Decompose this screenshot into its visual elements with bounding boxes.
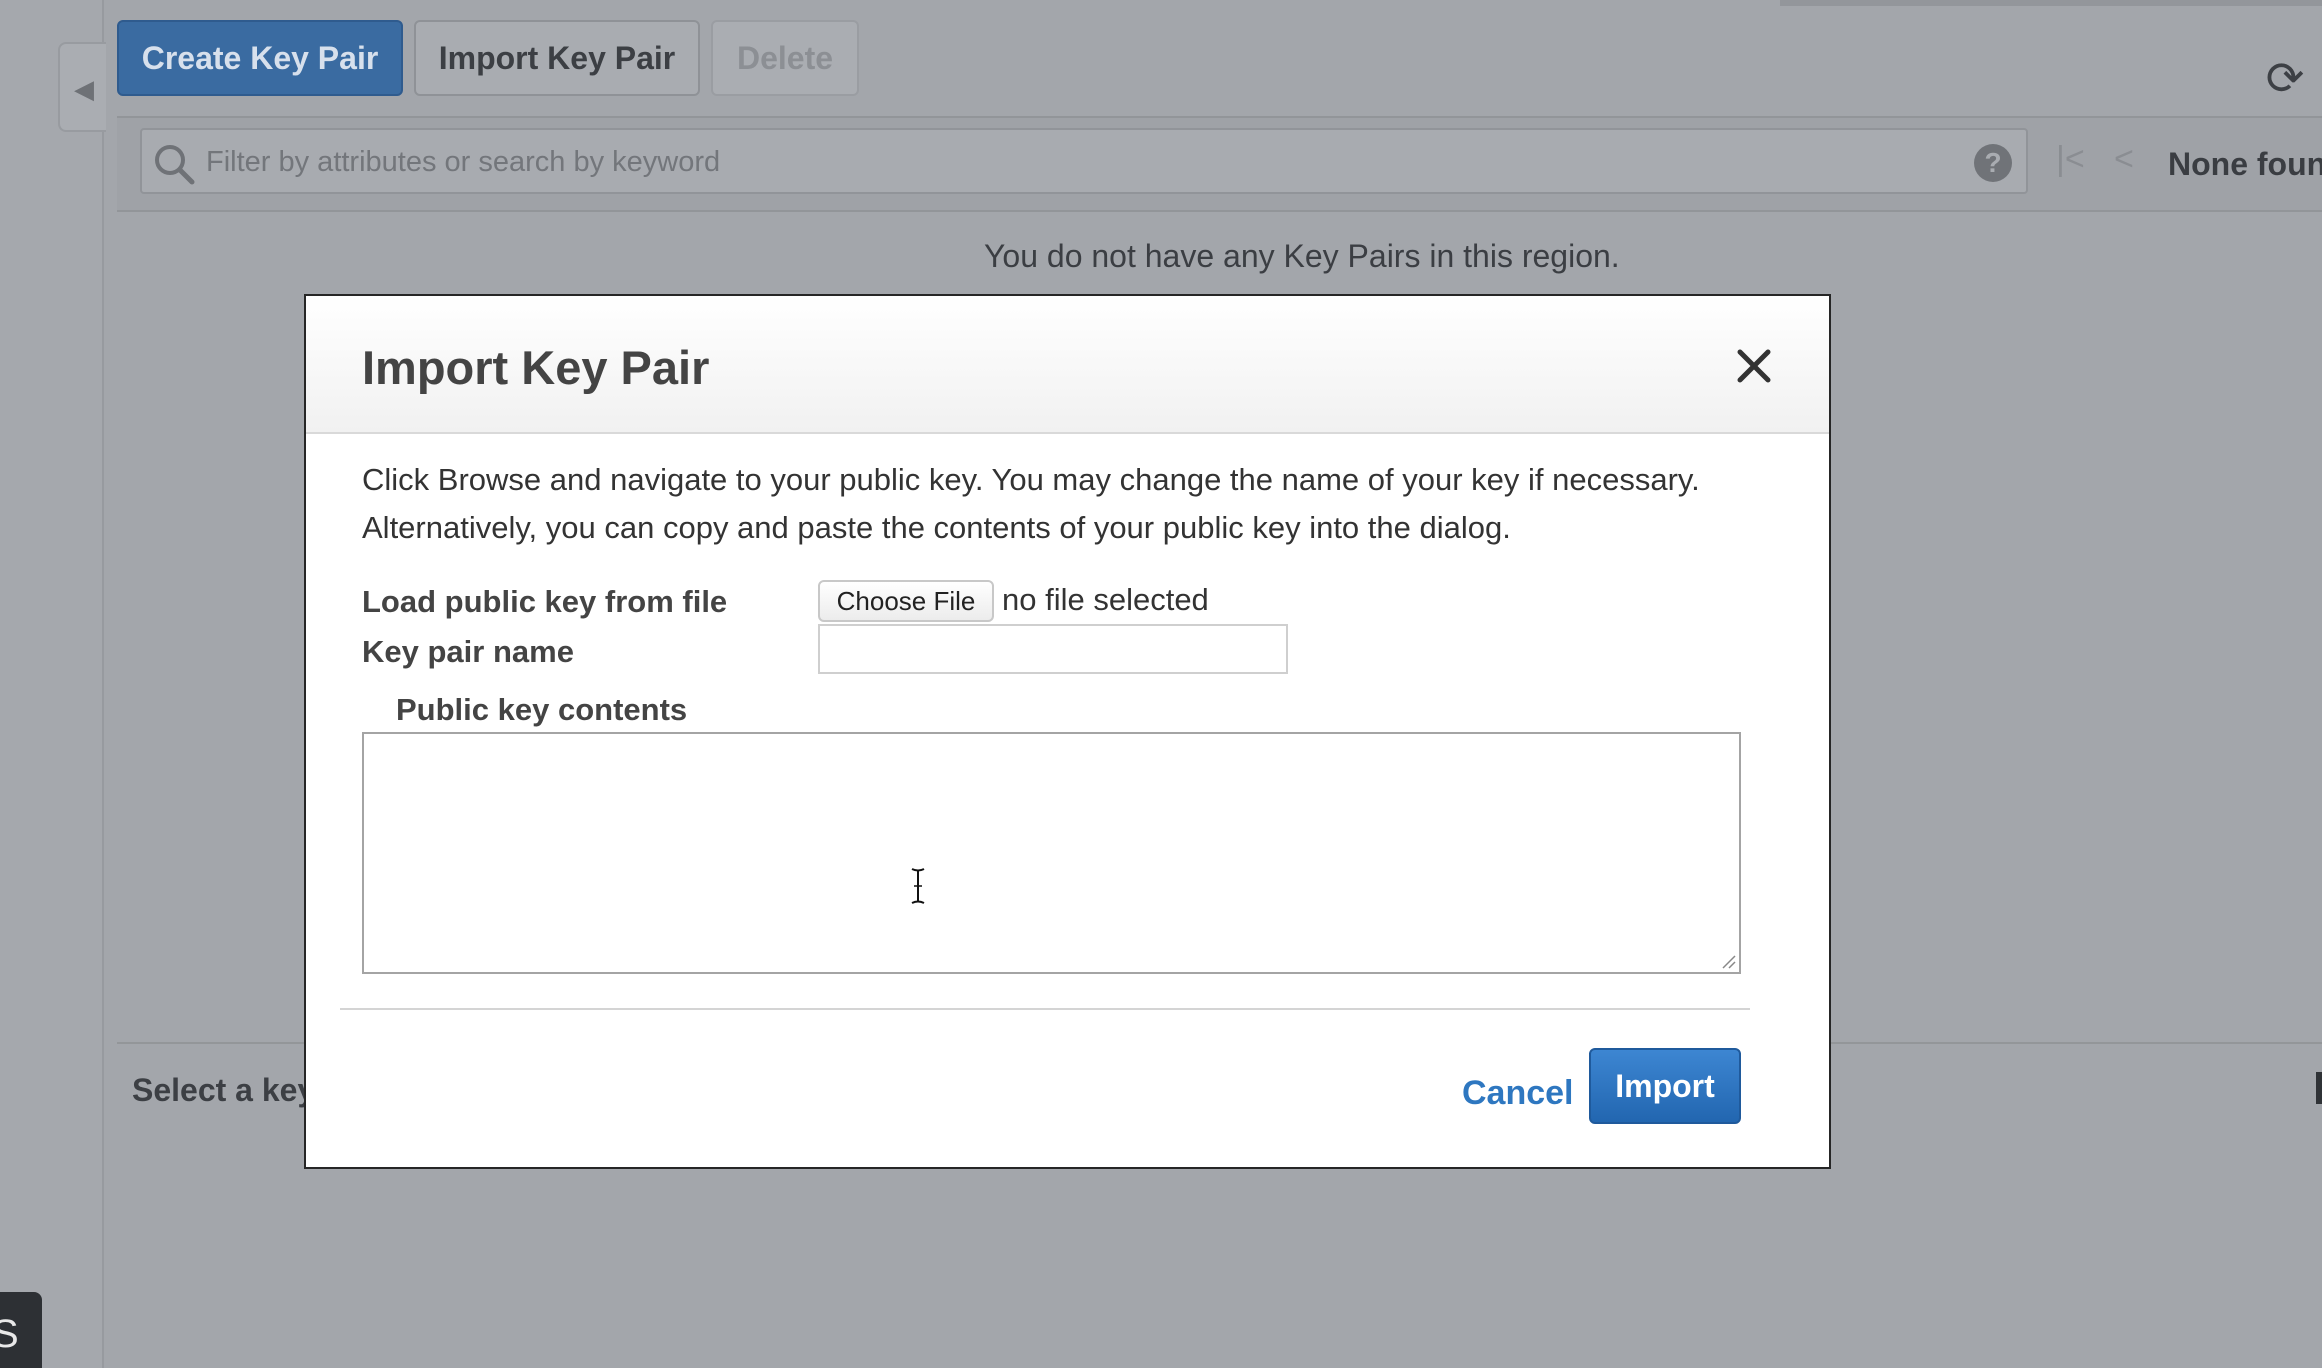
dialog-description: Click Browse and navigate to your public… [362,462,1700,545]
public-key-contents-textarea[interactable] [362,732,1741,974]
dialog-title: Import Key Pair [362,341,710,394]
create-key-pair-button[interactable]: Create Key Pair [117,20,403,96]
cancel-button[interactable]: Cancel [1462,1074,1574,1113]
key-pair-name-input[interactable] [818,624,1288,674]
import-key-pair-dialog: Import Key Pair Click Browse and navigat… [304,294,1831,1169]
import-key-pair-button[interactable]: Import Key Pair [414,20,700,96]
corner-badge: S [0,1292,42,1368]
dialog-footer-divider [340,1008,1750,1010]
load-file-label: Load public key from file [362,584,728,619]
top-strip [1780,0,2322,6]
details-prompt: Select a key [132,1072,316,1108]
search-placeholder: Filter by attributes or search by keywor… [206,146,721,178]
prev-page-icon[interactable]: < [2114,140,2134,179]
resize-grip-icon[interactable] [1719,952,1737,970]
details-toggle[interactable] [2316,1072,2322,1104]
public-key-contents-label: Public key contents [396,692,688,727]
left-nav [0,0,104,1368]
collapse-nav-button[interactable]: ◀ [58,42,106,132]
choose-file-button[interactable]: Choose File [818,580,994,622]
first-page-icon[interactable]: |< [2056,140,2085,179]
close-icon[interactable] [1730,342,1778,390]
text-cursor-icon [911,868,925,904]
refresh-icon[interactable]: ⟳ [2255,48,2315,108]
file-status: no file selected [1002,582,1209,617]
key-pair-name-label: Key pair name [362,634,574,669]
help-icon[interactable]: ? [1974,144,2012,182]
caret-left-icon: ◀ [74,74,94,104]
pager-status: None foun [2168,146,2322,182]
empty-state-message: You do not have any Key Pairs in this re… [984,238,1620,274]
delete-button[interactable]: Delete [711,20,859,96]
dialog-header: Import Key Pair [306,296,1829,434]
import-button[interactable]: Import [1589,1048,1741,1124]
search-icon [155,145,195,185]
